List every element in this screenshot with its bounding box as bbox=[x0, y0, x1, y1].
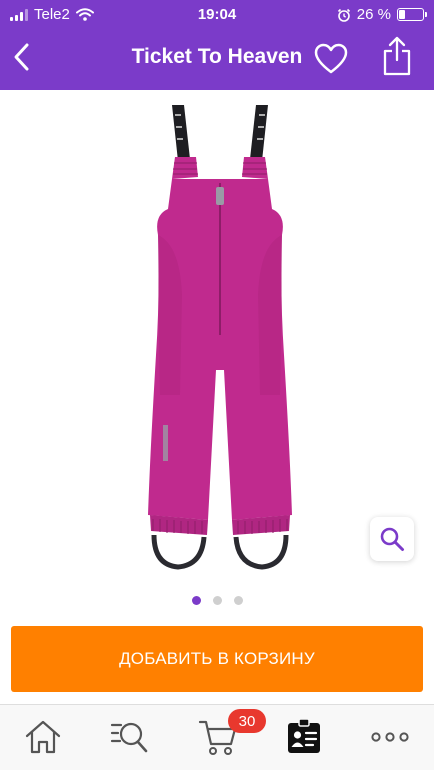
pagination-dot-3[interactable] bbox=[233, 596, 243, 605]
tab-home[interactable] bbox=[19, 715, 67, 759]
status-bar: Tele2 19:04 26 % bbox=[0, 0, 434, 28]
alarm-icon bbox=[337, 8, 350, 22]
zoom-button[interactable] bbox=[370, 517, 414, 561]
share-icon[interactable] bbox=[380, 36, 414, 76]
tab-bar: 30 bbox=[0, 704, 434, 770]
cart-count-badge: 30 bbox=[228, 709, 266, 733]
product-gallery[interactable] bbox=[0, 90, 434, 620]
home-icon bbox=[25, 720, 61, 754]
favorite-heart-icon[interactable] bbox=[313, 42, 349, 76]
pagination-dot-1[interactable] bbox=[191, 596, 201, 605]
battery-percent: 26 % bbox=[356, 6, 391, 23]
product-image[interactable] bbox=[120, 95, 320, 580]
magnifier-icon bbox=[380, 527, 404, 551]
status-right: 26 % bbox=[337, 6, 427, 23]
battery-icon bbox=[397, 8, 427, 21]
profile-card-icon bbox=[288, 718, 320, 753]
battery-level bbox=[399, 10, 405, 19]
tab-catalog-search[interactable] bbox=[105, 715, 153, 759]
tab-more[interactable] bbox=[366, 715, 414, 759]
more-icon bbox=[371, 732, 409, 742]
app-header: Tele2 19:04 26 % Ticket To Heaven bbox=[0, 0, 434, 90]
tab-profile[interactable] bbox=[280, 715, 328, 759]
pagination-dot-2[interactable] bbox=[212, 596, 222, 605]
nav-bar: Ticket To Heaven bbox=[0, 28, 434, 90]
gallery-pagination bbox=[0, 596, 434, 605]
back-chevron-icon[interactable] bbox=[6, 40, 40, 74]
add-to-cart-button[interactable]: ДОБАВИТЬ В КОРЗИНУ bbox=[11, 626, 423, 692]
search-catalog-icon bbox=[110, 722, 148, 753]
